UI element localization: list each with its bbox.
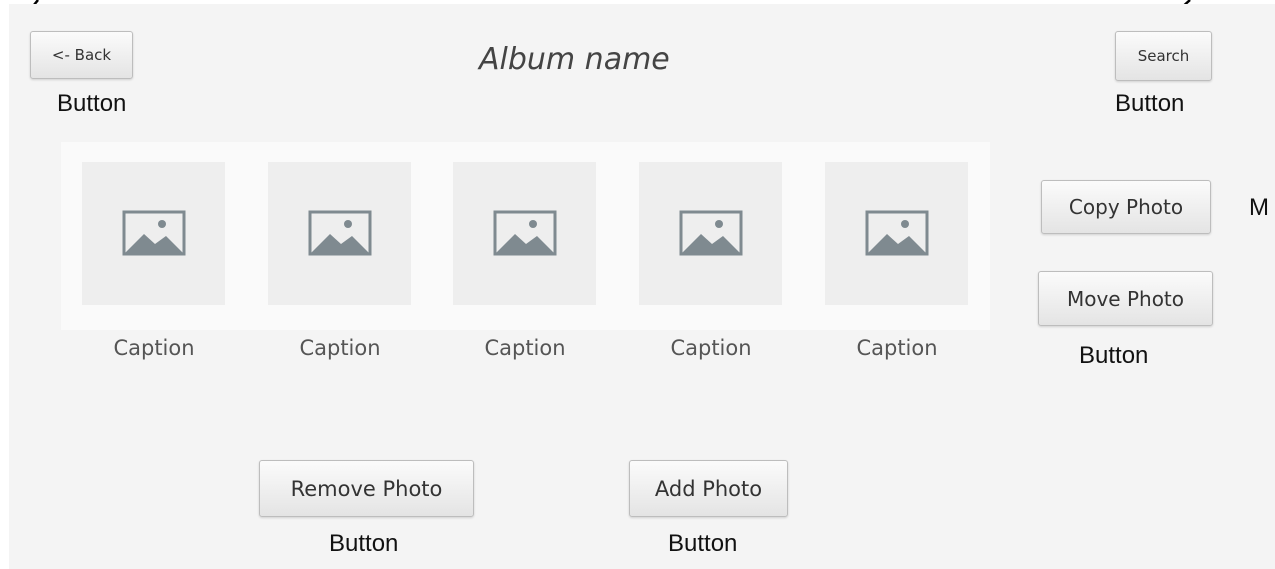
- copy-photo-button[interactable]: Copy Photo: [1041, 180, 1211, 234]
- offscreen-annotation-fragment: M: [1249, 194, 1269, 221]
- search-button-annotation: Button: [1115, 90, 1185, 117]
- photo-caption: Caption: [670, 336, 752, 360]
- add-photo-button[interactable]: Add Photo: [629, 460, 788, 517]
- photo-caption: Caption: [856, 336, 938, 360]
- photo-strip: [61, 142, 990, 330]
- copy-move-annotation: Button: [1079, 342, 1149, 369]
- photo-caption: Caption: [113, 336, 195, 360]
- image-placeholder-icon: [308, 210, 372, 256]
- album-view-mockup: <- Back Button Album name Search Button: [9, 4, 1275, 569]
- image-placeholder-icon: [679, 210, 743, 256]
- search-button[interactable]: Search: [1115, 31, 1212, 81]
- photo-thumbnail[interactable]: [453, 162, 596, 305]
- back-button-annotation: Button: [57, 90, 127, 117]
- photo-caption: Caption: [484, 336, 566, 360]
- add-photo-annotation: Button: [668, 530, 738, 557]
- photo-caption: Caption: [299, 336, 381, 360]
- photo-thumbnail[interactable]: [268, 162, 411, 305]
- image-placeholder-icon: [865, 210, 929, 256]
- photo-thumbnail[interactable]: [639, 162, 782, 305]
- album-title: Album name: [479, 42, 670, 77]
- image-placeholder-icon: [122, 210, 186, 256]
- photo-thumbnail[interactable]: [82, 162, 225, 305]
- remove-photo-button[interactable]: Remove Photo: [259, 460, 474, 517]
- move-photo-button[interactable]: Move Photo: [1038, 271, 1213, 326]
- image-placeholder-icon: [493, 210, 557, 256]
- remove-photo-annotation: Button: [329, 530, 399, 557]
- back-button[interactable]: <- Back: [30, 31, 133, 79]
- photo-thumbnail[interactable]: [825, 162, 968, 305]
